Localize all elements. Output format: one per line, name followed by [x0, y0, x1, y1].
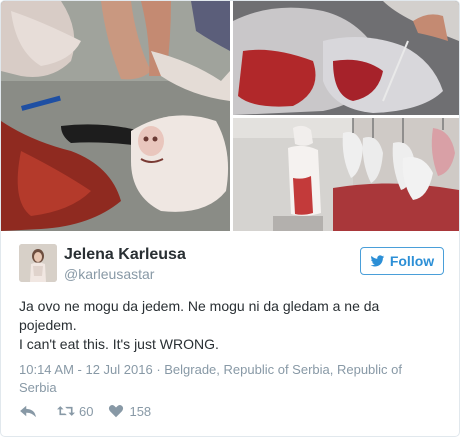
tweet-meta: 10:14 AM - 12 Jul 2016 · Belgrade, Repub…	[19, 361, 439, 397]
author-block: Jelena Karleusa @karleusastar	[64, 245, 186, 283]
tweet-text-line: pojedem.	[19, 317, 77, 333]
tweet-photo-top-right[interactable]	[233, 1, 459, 115]
tweet-actions: 60 158	[19, 401, 165, 421]
slaughter-scene-photo	[1, 1, 230, 231]
retweet-count: 60	[79, 403, 94, 419]
tweet-text: Ja ovo ne mogu da jedem. Ne mogu ni da g…	[19, 297, 439, 354]
tweet-photo-bottom-right[interactable]	[233, 118, 459, 231]
avatar-image	[19, 244, 57, 282]
tweet-photo-main[interactable]	[1, 1, 230, 231]
reply-icon	[19, 404, 37, 418]
abattoir-photo	[233, 118, 459, 231]
author-name[interactable]: Jelena Karleusa	[64, 245, 186, 265]
follow-button[interactable]: Follow	[360, 247, 444, 275]
tweet-header: Jelena Karleusa @karleusastar Follow	[19, 244, 444, 284]
tweet-text-line: Ja ovo ne mogu da jedem. Ne mogu ni da g…	[19, 298, 380, 314]
bird-icon	[370, 254, 385, 268]
carcass-photo	[233, 1, 459, 115]
follow-label: Follow	[389, 253, 435, 269]
timestamp-location-cont[interactable]: Serbia	[19, 379, 439, 397]
heart-icon	[107, 404, 125, 418]
timestamp-location[interactable]: 10:14 AM - 12 Jul 2016 · Belgrade, Repub…	[19, 361, 439, 379]
retweet-button[interactable]: 60	[57, 404, 93, 419]
tweet-card: Jelena Karleusa @karleusastar Follow Ja …	[0, 0, 460, 437]
like-count: 158	[129, 403, 152, 419]
reply-button[interactable]	[19, 404, 41, 418]
like-button[interactable]: 158	[107, 404, 151, 419]
avatar[interactable]	[19, 244, 57, 282]
retweet-icon	[57, 404, 75, 418]
tweet-text-line: I can't eat this. It's just WRONG.	[19, 336, 219, 352]
author-handle[interactable]: @karleusastar	[64, 265, 186, 283]
tweet-media-grid	[1, 1, 459, 231]
